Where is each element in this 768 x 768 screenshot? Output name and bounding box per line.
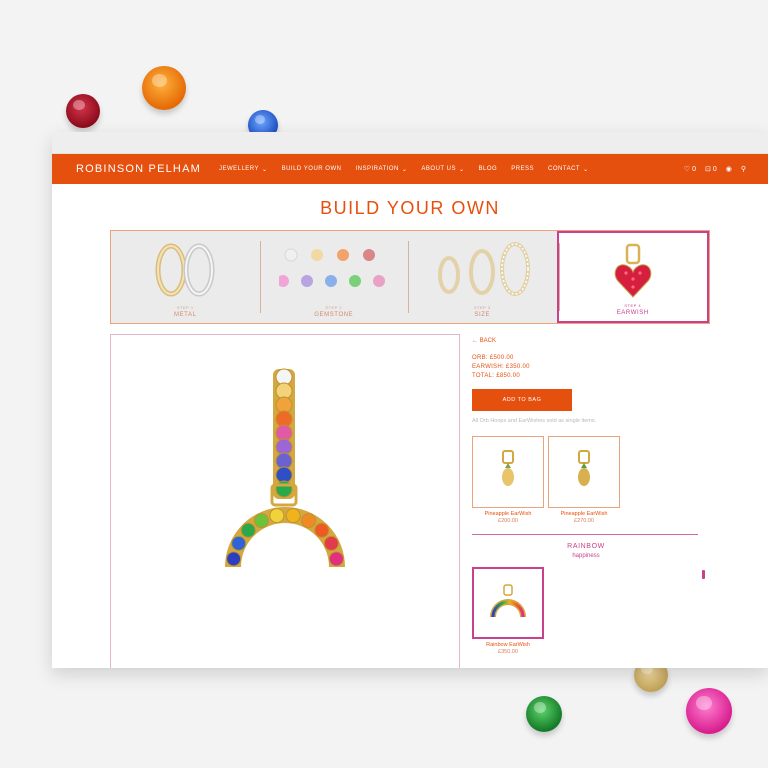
product-card[interactable]: Pineapple EarWish £270.00 xyxy=(548,436,620,524)
category-title: RAINBOW xyxy=(567,543,605,550)
nav-blog[interactable]: BLOG xyxy=(479,166,498,172)
product-name: Pineapple EarWish xyxy=(560,511,608,517)
step-selector: STEP 1 METAL STEP 2 GEMSTONE STEP 3 SIZE… xyxy=(110,230,710,324)
step-size[interactable]: STEP 3 SIZE xyxy=(408,231,557,323)
nav-jewellery-label: JEWELLERY xyxy=(218,166,260,172)
single-items-note: All Orb Hoops and EarWishes sold as sing… xyxy=(472,418,597,424)
step-metal[interactable]: STEP 1 METAL xyxy=(111,231,260,323)
arc-gem xyxy=(301,513,317,529)
total-price: TOTAL: £850.00 xyxy=(472,373,521,379)
wishlist-button[interactable]: ♡ 0 xyxy=(683,165,696,174)
scroll-handle[interactable] xyxy=(702,570,705,579)
step-label: METAL xyxy=(173,312,197,318)
product-details: ← BACK ORB: £500.00 EARWISH: £350.00 TOT… xyxy=(472,334,700,655)
back-link[interactable]: ← BACK xyxy=(472,338,700,344)
nav-build-your-own[interactable]: BUILD YOUR OWN xyxy=(282,166,342,172)
chevron-down-icon: ⌄ xyxy=(458,166,465,173)
heart-icon: ♡ xyxy=(683,166,691,173)
gemstones-image xyxy=(260,239,409,301)
page-title: BUILD YOUR OWN xyxy=(320,198,500,218)
step-label: SIZE xyxy=(474,312,491,318)
product-price: £270.00 xyxy=(574,518,594,524)
chevron-down-icon: ⌄ xyxy=(401,166,408,173)
earwish-price: EARWISH: £350.00 xyxy=(472,364,530,370)
product-card[interactable]: Pineapple EarWish £200.00 xyxy=(472,436,544,524)
arc-gem xyxy=(269,508,285,524)
product-name: Rainbow EarWish xyxy=(486,642,530,648)
product-image xyxy=(472,436,544,508)
step-number: STEP 4 xyxy=(624,303,642,308)
arc-gem xyxy=(240,522,256,538)
step-number: STEP 2 xyxy=(325,305,343,310)
arc-gem xyxy=(328,551,344,567)
arc-gem xyxy=(226,551,242,567)
brand-logo[interactable]: ROBINSON PELHAM xyxy=(76,163,201,175)
top-nav: ROBINSON PELHAM JEWELLERY ⌄ BUILD YOUR OW… xyxy=(52,154,768,184)
category-subtitle: happiness xyxy=(572,553,600,559)
earwish-heart-image xyxy=(559,241,708,303)
price-summary: ORB: £500.00 EARWISH: £350.00 TOTAL: £85… xyxy=(472,354,700,381)
chevron-down-icon: ⌄ xyxy=(262,166,268,173)
nav-build-label: BUILD YOUR OWN xyxy=(281,166,342,172)
step-earwish[interactable]: STEP 4 EARWISH xyxy=(556,231,709,323)
search-icon[interactable]: ⚲ xyxy=(741,165,746,173)
bar-gem xyxy=(275,480,293,498)
step-gemstone[interactable]: STEP 2 GEMSTONE xyxy=(259,231,409,323)
add-to-bag-button[interactable]: ADD TO BAG xyxy=(472,389,572,411)
arc-gem xyxy=(314,522,330,538)
arc-gem xyxy=(285,508,301,524)
step-label: GEMSTONE xyxy=(314,312,354,318)
section-divider xyxy=(472,534,698,535)
earwish-options: Pineapple EarWish £200.00 Pineapple EarW… xyxy=(472,436,700,524)
orb-price: ORB: £500.00 xyxy=(472,355,514,361)
bag-icon: ⊡ xyxy=(704,166,711,173)
nav-about-label: ABOUT US xyxy=(421,166,456,172)
arc-gem xyxy=(253,513,269,529)
orange-gem-decoration xyxy=(142,66,186,110)
product-price: £200.00 xyxy=(498,518,518,524)
chevron-down-icon: ⌄ xyxy=(583,166,589,173)
step-number: STEP 1 xyxy=(176,305,194,310)
rainbow-options: Rainbow EarWish £350.00 xyxy=(472,567,700,655)
pink-gem-decoration xyxy=(686,688,732,734)
green-gem-decoration xyxy=(526,696,562,732)
wishlist-count: 0 xyxy=(692,165,696,173)
arc-gem xyxy=(323,535,339,551)
nav-press-label: PRESS xyxy=(511,166,535,172)
nav-blog-label: BLOG xyxy=(478,166,498,172)
nav-press[interactable]: PRESS xyxy=(511,166,534,172)
nav-contact-label: CONTACT xyxy=(548,166,581,172)
nav-about-us[interactable]: ABOUT US ⌄ xyxy=(421,166,464,173)
bag-count: 0 xyxy=(712,165,717,173)
step-label: EARWISH xyxy=(616,310,649,316)
product-price: £350.00 xyxy=(498,649,518,655)
product-image xyxy=(548,436,620,508)
browser-window: ROBINSON PELHAM JEWELLERY ⌄ BUILD YOUR OW… xyxy=(52,132,768,668)
nav-inspiration-label: INSPIRATION xyxy=(355,166,399,172)
red-gem-decoration xyxy=(66,94,100,128)
account-icon[interactable]: ◉ xyxy=(726,165,732,173)
nav-contact[interactable]: CONTACT ⌄ xyxy=(548,166,589,173)
product-card-selected[interactable]: Rainbow EarWish £350.00 xyxy=(472,567,544,655)
browser-chrome xyxy=(52,132,768,154)
nav-inspiration[interactable]: INSPIRATION ⌄ xyxy=(355,166,407,173)
nav-jewellery[interactable]: JEWELLERY ⌄ xyxy=(219,166,268,173)
product-name: Pineapple EarWish xyxy=(484,511,532,517)
size-hoops-image xyxy=(408,239,557,301)
bag-button[interactable]: ⊡ 0 xyxy=(704,165,717,174)
metal-hoops-image xyxy=(111,239,260,301)
step-number: STEP 3 xyxy=(473,305,491,310)
rainbow-earwish-image xyxy=(225,368,345,568)
product-image xyxy=(472,567,544,639)
nav-actions: ♡ 0 ⊡ 0 ◉ ⚲ xyxy=(683,165,768,174)
arc-gem xyxy=(231,535,247,551)
product-viewer[interactable] xyxy=(110,334,460,668)
